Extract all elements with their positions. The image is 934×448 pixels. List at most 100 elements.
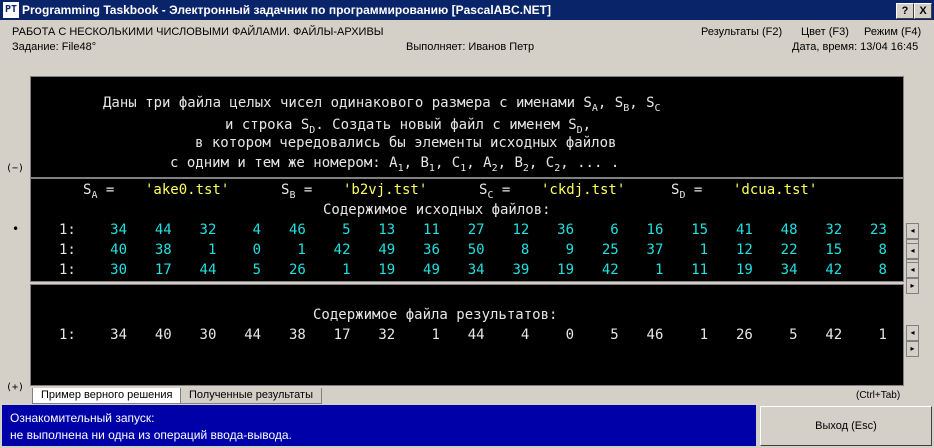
close-button[interactable]: X bbox=[914, 3, 932, 19]
row-label: 1: bbox=[59, 327, 76, 343]
result-heading: Содержимое файла результатов: bbox=[313, 307, 558, 323]
tab-hint: (Ctrl+Tab) bbox=[856, 390, 901, 401]
task-line-4: с одним и тем же номером: A1, B1, C1, A2… bbox=[170, 155, 620, 174]
tab-correct-solution[interactable]: Пример верного решения bbox=[32, 388, 182, 404]
title-bar: PT Programming Taskbook - Электронный за… bbox=[0, 0, 934, 20]
color-menu[interactable]: Цвет (F3) bbox=[801, 26, 849, 38]
performer: Выполняет: Иванов Петр bbox=[406, 41, 535, 53]
cell-value: 36 bbox=[557, 222, 574, 238]
cell-value: 0 bbox=[252, 242, 262, 258]
cell-value: 16 bbox=[646, 222, 664, 238]
status-line-1: Ознакомительный запуск: bbox=[10, 411, 155, 425]
datetime: Дата, время: 13/04 16:45 bbox=[792, 41, 919, 53]
sd-label: SD = bbox=[671, 182, 711, 201]
cell-value: 44 bbox=[154, 222, 172, 238]
row2-scroll[interactable]: ◂▸ bbox=[906, 243, 930, 275]
scroll-left-icon[interactable]: ◂ bbox=[906, 243, 919, 259]
result-scroll[interactable]: ◂▸ bbox=[906, 325, 930, 357]
cell-value: 27 bbox=[467, 222, 485, 238]
cell-value: 11 bbox=[691, 262, 709, 278]
status-panel: Ознакомительный запуск: не выполнена ни … bbox=[2, 405, 756, 446]
row3-scroll[interactable]: ◂▸ bbox=[906, 262, 930, 294]
tab-obtained-results[interactable]: Полученные результаты bbox=[180, 388, 322, 404]
cell-value: 1 bbox=[654, 262, 664, 278]
help-button[interactable]: ? bbox=[896, 3, 914, 19]
cell-value: 13 bbox=[378, 222, 396, 238]
collapse-toggle[interactable]: (−) bbox=[6, 163, 24, 174]
scroll-left-icon[interactable]: ◂ bbox=[906, 223, 919, 239]
cell-value: 37 bbox=[646, 242, 664, 258]
cell-value: 15 bbox=[691, 222, 709, 238]
scroll-right-icon[interactable]: ▸ bbox=[906, 341, 919, 357]
cell-value: 36 bbox=[423, 242, 440, 258]
cell-value: 1 bbox=[207, 242, 217, 258]
scroll-left-icon[interactable]: ◂ bbox=[906, 325, 919, 341]
row1-scroll[interactable]: ◂▸ bbox=[906, 223, 930, 255]
cell-value: 11 bbox=[423, 222, 440, 238]
cell-value: 44 bbox=[467, 327, 485, 343]
cell-value: 34 bbox=[110, 222, 127, 238]
cell-value: 49 bbox=[423, 262, 440, 278]
cell-value: 19 bbox=[557, 262, 574, 278]
cell-value: 0 bbox=[565, 327, 574, 343]
result-panel: Содержимое файла результатов: 1: 34 4 0 30 44… bbox=[30, 284, 904, 386]
row-label: 1: bbox=[59, 242, 76, 258]
scroll-right-icon[interactable]: ▸ bbox=[906, 278, 919, 294]
cell-value: 32 bbox=[199, 222, 217, 238]
cell-value: 30 bbox=[199, 327, 217, 343]
task-line-1: Даны три файла целых чисел одинакового р… bbox=[103, 95, 661, 114]
cell-value: 38 bbox=[288, 327, 306, 343]
cell-value: 9 bbox=[565, 242, 574, 258]
source-heading: Содержимое исходных файлов: bbox=[323, 202, 551, 218]
results-menu[interactable]: Результаты (F2) bbox=[701, 26, 782, 38]
exit-button[interactable]: Выход (Esc) bbox=[760, 406, 932, 446]
cell-value: 4 bbox=[520, 327, 530, 343]
cell-value: 34 bbox=[780, 262, 798, 278]
cell-value: 26 bbox=[735, 327, 753, 343]
cell-value: 44 bbox=[244, 327, 262, 343]
cell-value: 23 bbox=[870, 222, 887, 238]
cell-value: 19 bbox=[378, 262, 396, 278]
section-title: РАБОТА С НЕСКОЛЬКИМИ ЧИСЛОВЫМИ ФАЙЛАМИ. … bbox=[12, 26, 384, 38]
cell-value: 50 bbox=[467, 242, 485, 258]
cell-value: 5 bbox=[342, 222, 351, 238]
cell-value: 4 bbox=[252, 222, 262, 238]
sd-value: 'dcua.tst' bbox=[733, 182, 818, 198]
mode-menu[interactable]: Режим (F4) bbox=[864, 26, 921, 38]
cell-value: 6 bbox=[610, 222, 619, 238]
sc-label: SC = bbox=[479, 182, 519, 201]
expand-toggle[interactable]: (+) bbox=[6, 382, 24, 393]
cell-value: 15 bbox=[825, 242, 843, 258]
row-label: 1: bbox=[59, 262, 76, 278]
sc-value: 'ckdj.tst' bbox=[541, 182, 626, 198]
cell-value: 32 bbox=[378, 327, 396, 343]
cell-value: 42 bbox=[333, 242, 351, 258]
task-panel: Даны три файла целых чисел одинакового р… bbox=[30, 76, 904, 178]
cell-value: 1 bbox=[297, 242, 306, 258]
cell-value: 42 bbox=[601, 262, 619, 278]
cell-value: 41 bbox=[735, 222, 753, 238]
row-label: 1: bbox=[59, 222, 76, 238]
status-line-2: не выполнена ни одна из операций ввода-в… bbox=[10, 428, 292, 442]
scroll-left-icon[interactable]: ◂ bbox=[906, 262, 919, 278]
cell-value: 1 bbox=[878, 327, 887, 343]
cell-value: 26 bbox=[288, 262, 306, 278]
cell-value: 8 bbox=[520, 242, 530, 258]
cell-value: 40 bbox=[110, 242, 127, 258]
cell-value: 42 bbox=[825, 262, 843, 278]
cell-value: 17 bbox=[154, 262, 172, 278]
cell-value: 12 bbox=[735, 242, 753, 258]
source-panel: SA = 'ake0.tst' SB = 'b2vj.tst' SC = 'ck… bbox=[30, 178, 904, 282]
cell-value: 39 bbox=[512, 262, 530, 278]
cell-value: 42 bbox=[825, 327, 843, 343]
task-line-2: и строка SD. Создать новый файл с именем… bbox=[225, 117, 592, 136]
cell-value: 12 bbox=[512, 222, 530, 238]
cell-value: 5 bbox=[252, 262, 262, 278]
cell-value: 1 bbox=[699, 242, 709, 258]
task-line-3: в котором чередовались бы элементы исход… bbox=[195, 135, 617, 151]
cell-value: 46 bbox=[288, 222, 306, 238]
cell-value: 38 bbox=[154, 242, 172, 258]
sb-label: SB = bbox=[281, 182, 321, 201]
cell-value: 34 bbox=[110, 327, 127, 343]
cell-value: 30 bbox=[110, 262, 127, 278]
